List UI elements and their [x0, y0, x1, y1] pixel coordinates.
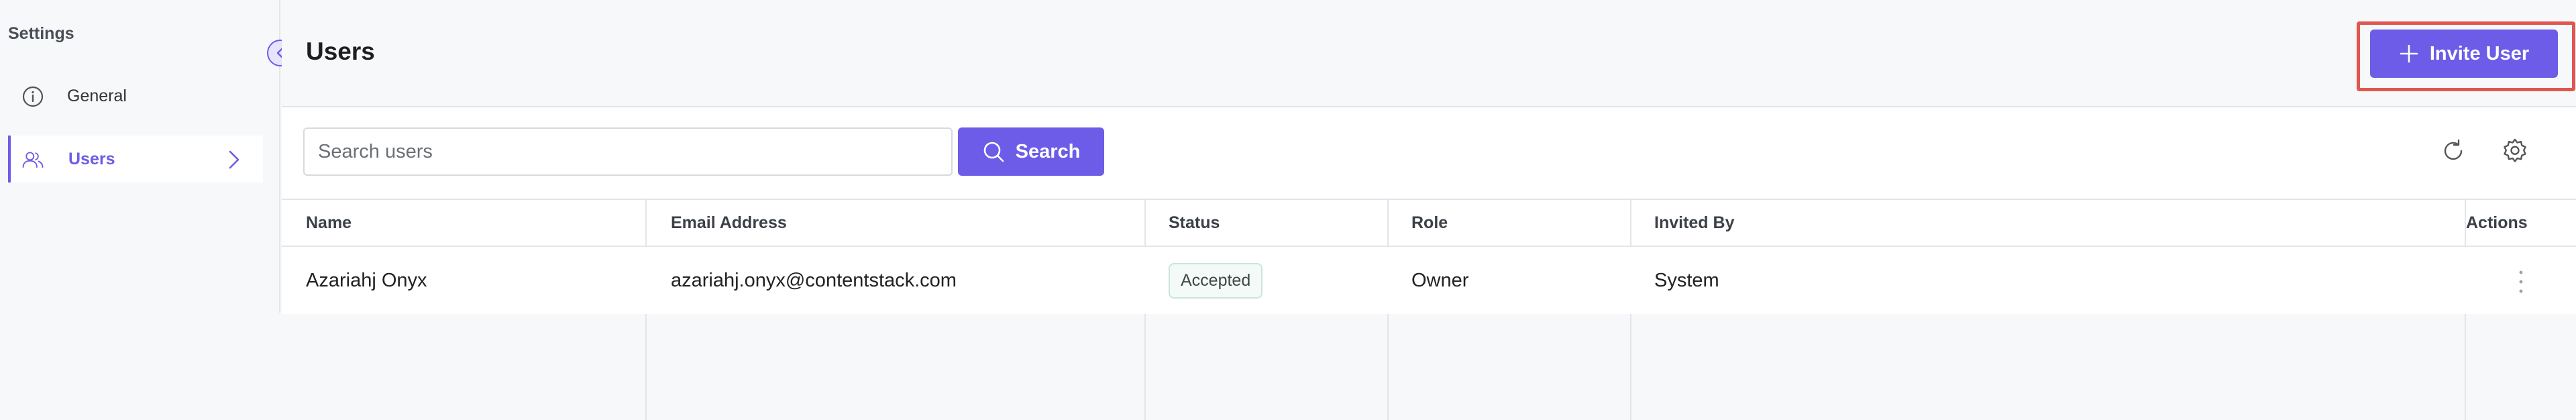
- sidebar-title: Settings: [8, 24, 74, 43]
- sidebar-item-label: Users: [68, 149, 115, 168]
- user-invited-by: System: [1654, 269, 1719, 291]
- search-button-label: Search: [1015, 140, 1081, 162]
- chevron-right-icon: [229, 150, 239, 169]
- user-name: Azariahj Onyx: [306, 269, 427, 291]
- page-header: Users: [282, 0, 2576, 107]
- column-header-status[interactable]: Status: [1169, 200, 1220, 246]
- users-panel: Search Name Email Address Status Role In…: [282, 107, 2576, 420]
- page-title: Users: [306, 38, 375, 65]
- settings-sidebar: Settings General Users: [0, 0, 280, 313]
- sidebar-item-general[interactable]: General: [8, 72, 263, 119]
- status-cell: Accepted: [1169, 247, 1263, 314]
- column-header-name[interactable]: Name: [306, 200, 352, 246]
- column-header-role[interactable]: Role: [1411, 200, 1448, 246]
- invite-user-label: Invite User: [2429, 42, 2530, 64]
- table-header: Name Email Address Status Role Invited B…: [282, 199, 2576, 247]
- column-header-actions: Actions: [2466, 213, 2528, 232]
- search-input[interactable]: [303, 127, 953, 176]
- status-badge: Accepted: [1169, 262, 1263, 299]
- plus-icon: [2400, 44, 2418, 63]
- column-header-invited-by[interactable]: Invited By: [1654, 200, 1734, 246]
- user-email: azariahj.onyx@contentstack.com: [671, 269, 957, 291]
- search-icon: [983, 142, 1004, 162]
- info-icon: [22, 86, 44, 107]
- sidebar-item-label: General: [67, 86, 127, 105]
- more-actions-icon[interactable]: [2514, 267, 2528, 297]
- invite-user-button[interactable]: Invite User: [2370, 30, 2558, 78]
- search-button[interactable]: Search: [958, 127, 1104, 176]
- users-icon: [22, 152, 44, 168]
- table-row[interactable]: Azariahj Onyx azariahj.onyx@contentstack…: [282, 247, 2576, 314]
- column-header-email[interactable]: Email Address: [671, 200, 787, 246]
- refresh-icon[interactable]: [2439, 137, 2467, 165]
- user-role: Owner: [1411, 269, 1469, 291]
- sidebar-item-users[interactable]: Users: [8, 136, 263, 182]
- gear-icon[interactable]: [2501, 137, 2529, 165]
